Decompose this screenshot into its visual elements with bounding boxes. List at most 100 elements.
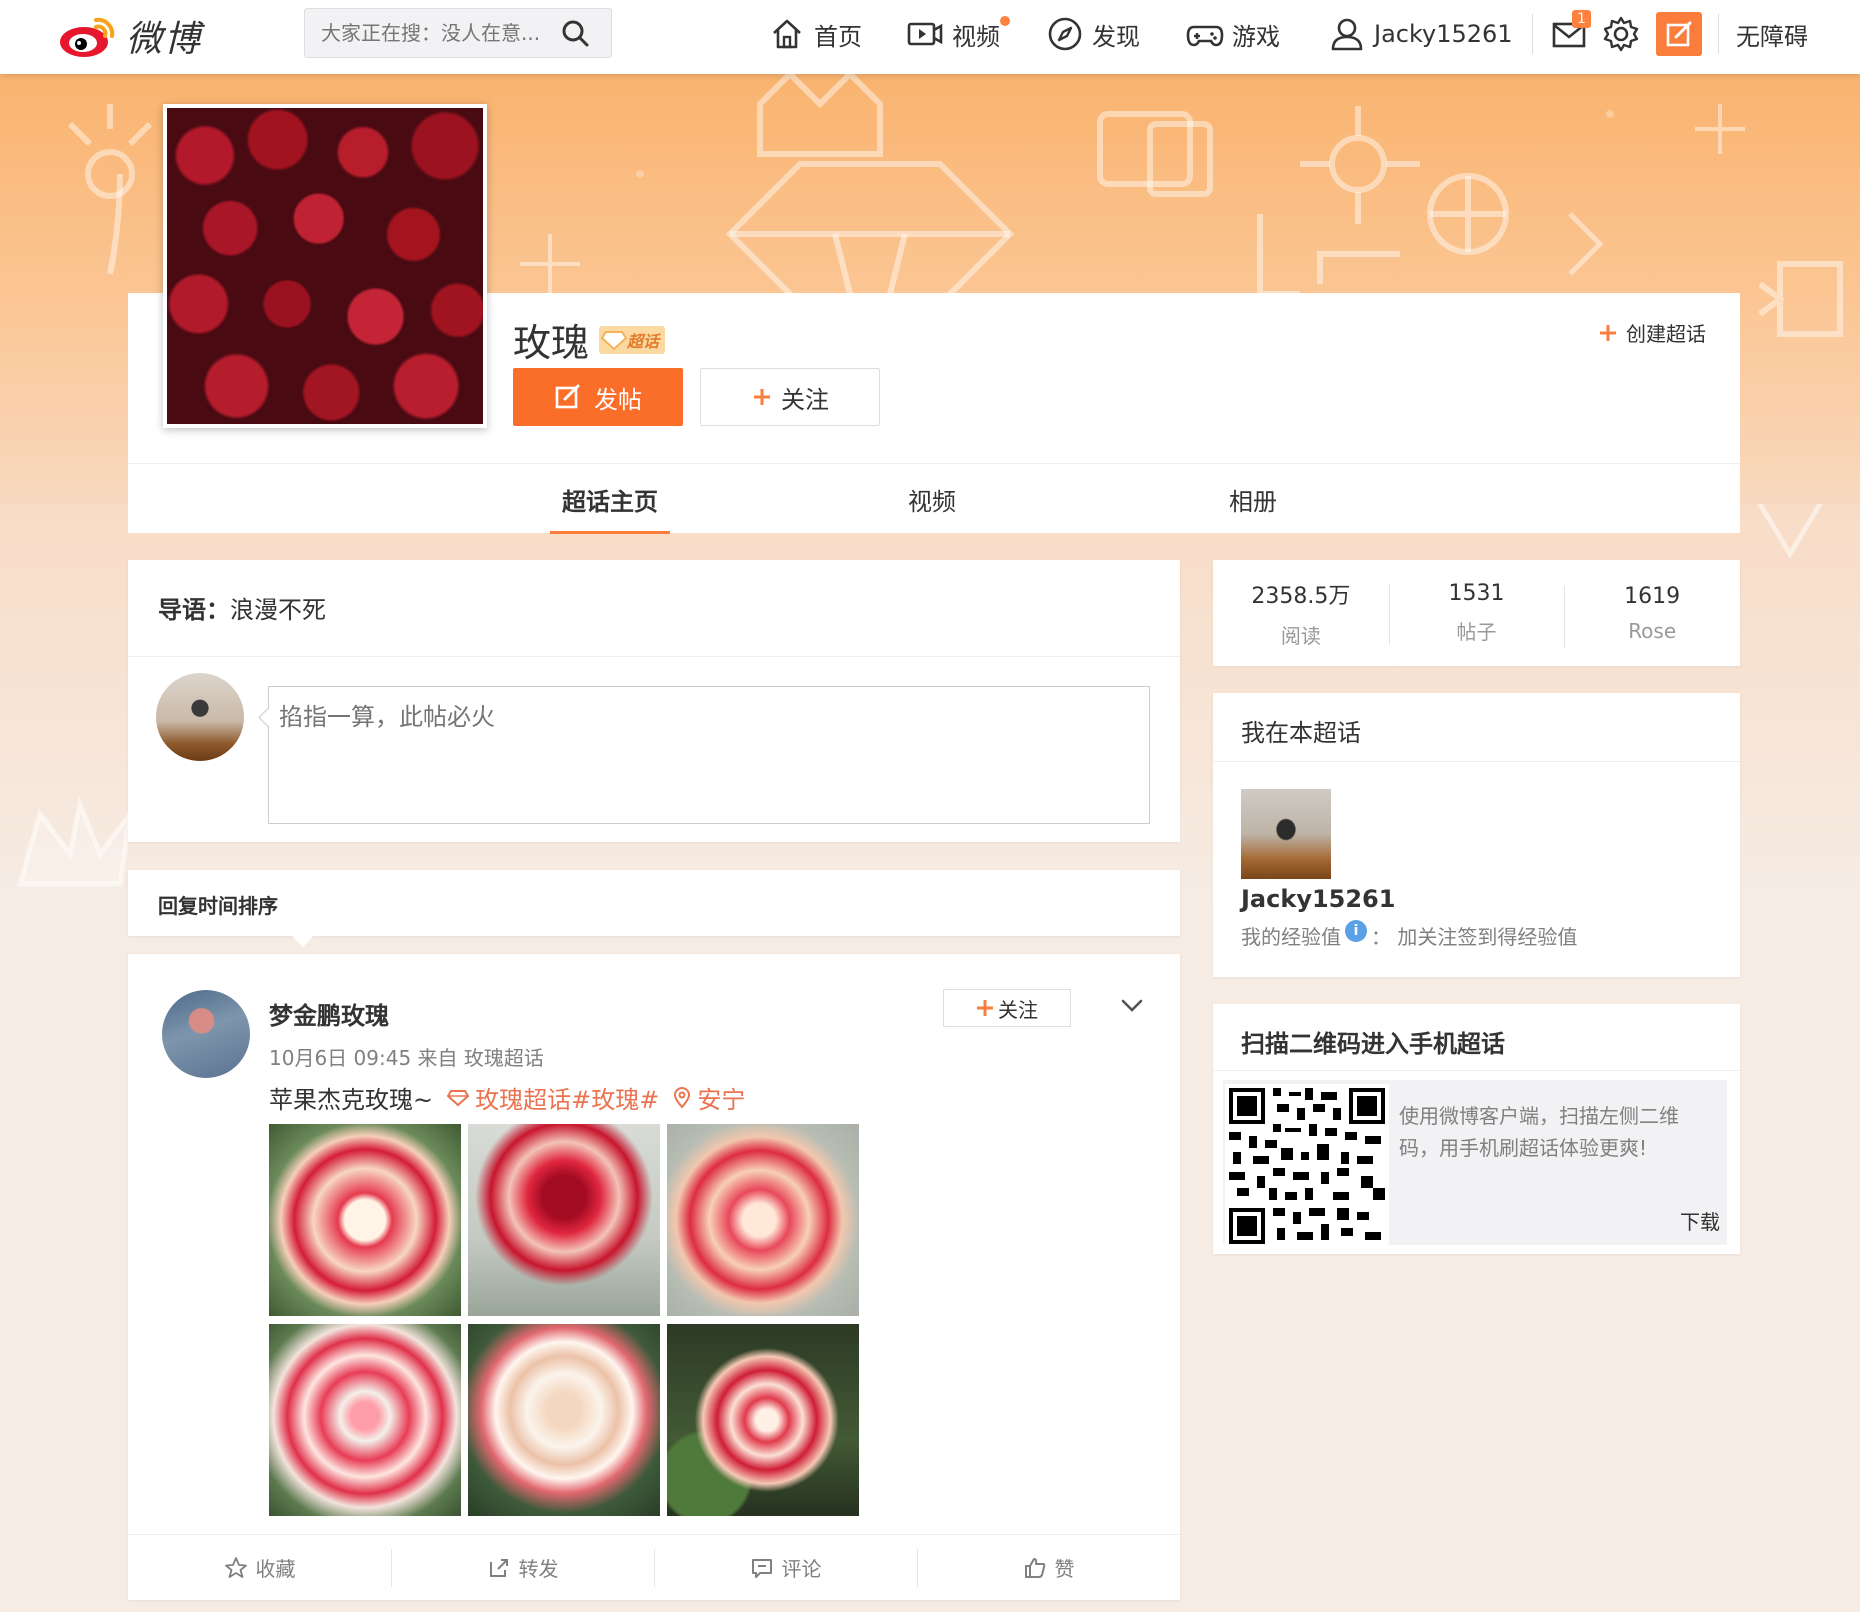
qr-description: 使用微博客户端，扫描左侧二维码，用手机刷超话体验更爽! [1399, 1104, 1679, 1160]
qr-code-image [1225, 1084, 1389, 1248]
post-photo[interactable] [468, 1124, 660, 1316]
comment-button[interactable]: 评论 [654, 1535, 917, 1600]
nav-games[interactable]: 游戏 [1186, 0, 1280, 68]
nav-user-label: Jacky15261 [1374, 20, 1513, 48]
intro-line: 导语：浪漫不死 [158, 590, 326, 625]
post-photo[interactable] [269, 1124, 461, 1316]
nav-user[interactable]: Jacky15261 [1328, 0, 1513, 68]
favorite-button[interactable]: 收藏 [128, 1535, 391, 1600]
stat-reads: 2358.5万 阅读 [1213, 578, 1389, 649]
weibo-logo[interactable]: 微博 [58, 8, 202, 64]
post-body: 苹果杰克玫瑰~ [269, 1086, 434, 1114]
nav-video-label: 视频 [952, 22, 1000, 51]
post-location-label: 安宁 [697, 1086, 746, 1114]
intro-panel: 导语：浪漫不死 [128, 560, 1180, 842]
post-photo[interactable] [468, 1324, 660, 1516]
post-meta: 10月6日 09:45 来自 玫瑰超话 [269, 1046, 544, 1070]
like-button[interactable]: 赞 [917, 1535, 1180, 1600]
diamond-icon [601, 330, 628, 350]
share-icon [489, 1558, 508, 1577]
post-button[interactable]: 发帖 [513, 368, 683, 426]
create-topic-link[interactable]: 创建超话 [1598, 318, 1706, 347]
user-icon [1331, 18, 1363, 51]
search-box [304, 8, 612, 58]
edit-icon [1666, 21, 1692, 47]
exp-label: 我的经验值 [1241, 925, 1341, 949]
tab-album[interactable]: 相册 [1229, 464, 1277, 534]
topic-cover-image[interactable] [163, 104, 487, 428]
comment-label: 评论 [781, 1557, 822, 1581]
gamepad-icon [1186, 25, 1224, 47]
search-input[interactable] [305, 21, 555, 45]
post-button-label: 发帖 [594, 385, 642, 414]
divider [1213, 761, 1740, 762]
post-location[interactable]: 安宁 [673, 1080, 745, 1115]
post-topic-tag[interactable]: 玫瑰超话#玫瑰# [447, 1080, 659, 1115]
compose-input[interactable] [269, 687, 1149, 823]
tab-home[interactable]: 超话主页 [550, 464, 670, 534]
nav-divider [1718, 14, 1719, 54]
topic-name: 玫瑰 [513, 321, 590, 365]
divider [128, 656, 1180, 657]
qr-title: 扫描二维码进入手机超话 [1241, 1030, 1505, 1058]
edit-icon [555, 384, 580, 409]
my-experience: 我的经验值 i ： 加关注签到得经验值 [1241, 919, 1577, 950]
download-link[interactable]: 下载 [1680, 1206, 1720, 1235]
chevron-down-icon[interactable] [1118, 992, 1146, 1020]
topic-stats: 2358.5万 阅读 1531 帖子 1619 Rose [1213, 560, 1740, 666]
video-icon [907, 22, 943, 46]
home-icon [773, 19, 801, 49]
weibo-logo-icon [60, 17, 115, 57]
stat-fans-value: 1619 [1624, 583, 1681, 609]
nav-settings[interactable] [1602, 0, 1640, 68]
message-count-badge: 1 [1572, 10, 1591, 28]
post-actions: 收藏 转发 评论 赞 [128, 1534, 1180, 1600]
stat-posts-value: 1531 [1448, 581, 1505, 606]
stat-posts: 1531 帖子 [1388, 581, 1565, 645]
nav-home-label: 首页 [814, 22, 862, 51]
stat-reads-value: 2358.5万 [1251, 583, 1351, 609]
nav-accessibility[interactable]: 无障碍 [1736, 0, 1808, 68]
sort-by-reply-time[interactable]: 回复时间排序 [158, 890, 278, 919]
follow-author-label: 关注 [998, 997, 1038, 1022]
intro-label: 导语： [158, 596, 230, 624]
nav-video[interactable]: 视频 [906, 0, 1010, 68]
follow-author-button[interactable]: 关注 [943, 989, 1071, 1027]
my-avatar[interactable] [156, 673, 244, 761]
feed-post: 梦金鹏玫瑰 10月6日 09:45 来自 玫瑰超话 苹果杰克玫瑰~ 玫瑰超话#玫… [128, 954, 1180, 1600]
my-topic-title: 我在本超话 [1241, 719, 1361, 747]
compose-button[interactable] [1656, 12, 1702, 56]
repost-button[interactable]: 转发 [391, 1535, 654, 1600]
sort-bar: 回复时间排序 [128, 870, 1180, 936]
tab-video[interactable]: 视频 [908, 464, 956, 534]
post-photo[interactable] [667, 1324, 859, 1516]
stat-fans: 1619 Rose [1564, 583, 1740, 648]
nav-discover[interactable]: 发现 [1046, 0, 1140, 68]
favorite-label: 收藏 [255, 1557, 296, 1581]
repost-label: 转发 [518, 1557, 559, 1581]
nav-home[interactable]: 首页 [768, 0, 862, 68]
my-topic-panel: 我在本超话 Jacky15261 我的经验值 i ： 加关注签到得经验值 [1213, 693, 1740, 977]
post-author-name[interactable]: 梦金鹏玫瑰 [269, 996, 389, 1031]
post-author-avatar[interactable] [162, 990, 250, 1078]
nav-messages[interactable]: 1 [1550, 0, 1591, 68]
location-pin-icon [674, 1086, 691, 1109]
qr-panel: 扫描二维码进入手机超话 使用微博客户端，扫描左侧二维码，用手机刷超话体验更爽! … [1213, 1004, 1740, 1254]
follow-topic-button[interactable]: 关注 [700, 368, 880, 426]
create-topic-label: 创建超话 [1626, 322, 1706, 346]
stat-reads-label: 阅读 [1280, 623, 1321, 648]
plus-icon [754, 389, 770, 405]
diamond-icon [447, 1089, 470, 1106]
my-topic-avatar[interactable] [1241, 789, 1331, 879]
post-text: 苹果杰克玫瑰~ 玫瑰超话#玫瑰# 安宁 [269, 1080, 745, 1115]
post-photo[interactable] [269, 1324, 461, 1516]
new-dot [1000, 16, 1010, 26]
top-nav: 微博 首页 视频 发现 游戏 Jacky15261 1 无障碍 [0, 0, 1860, 74]
info-icon[interactable]: i [1345, 919, 1367, 942]
post-photo[interactable] [667, 1124, 859, 1316]
stat-posts-label: 帖子 [1456, 620, 1497, 644]
my-topic-username[interactable]: Jacky15261 [1241, 885, 1395, 913]
topic-tabs: 超话主页 视频 相册 [128, 463, 1740, 534]
nav-divider [1532, 14, 1533, 54]
search-icon[interactable] [555, 13, 595, 53]
